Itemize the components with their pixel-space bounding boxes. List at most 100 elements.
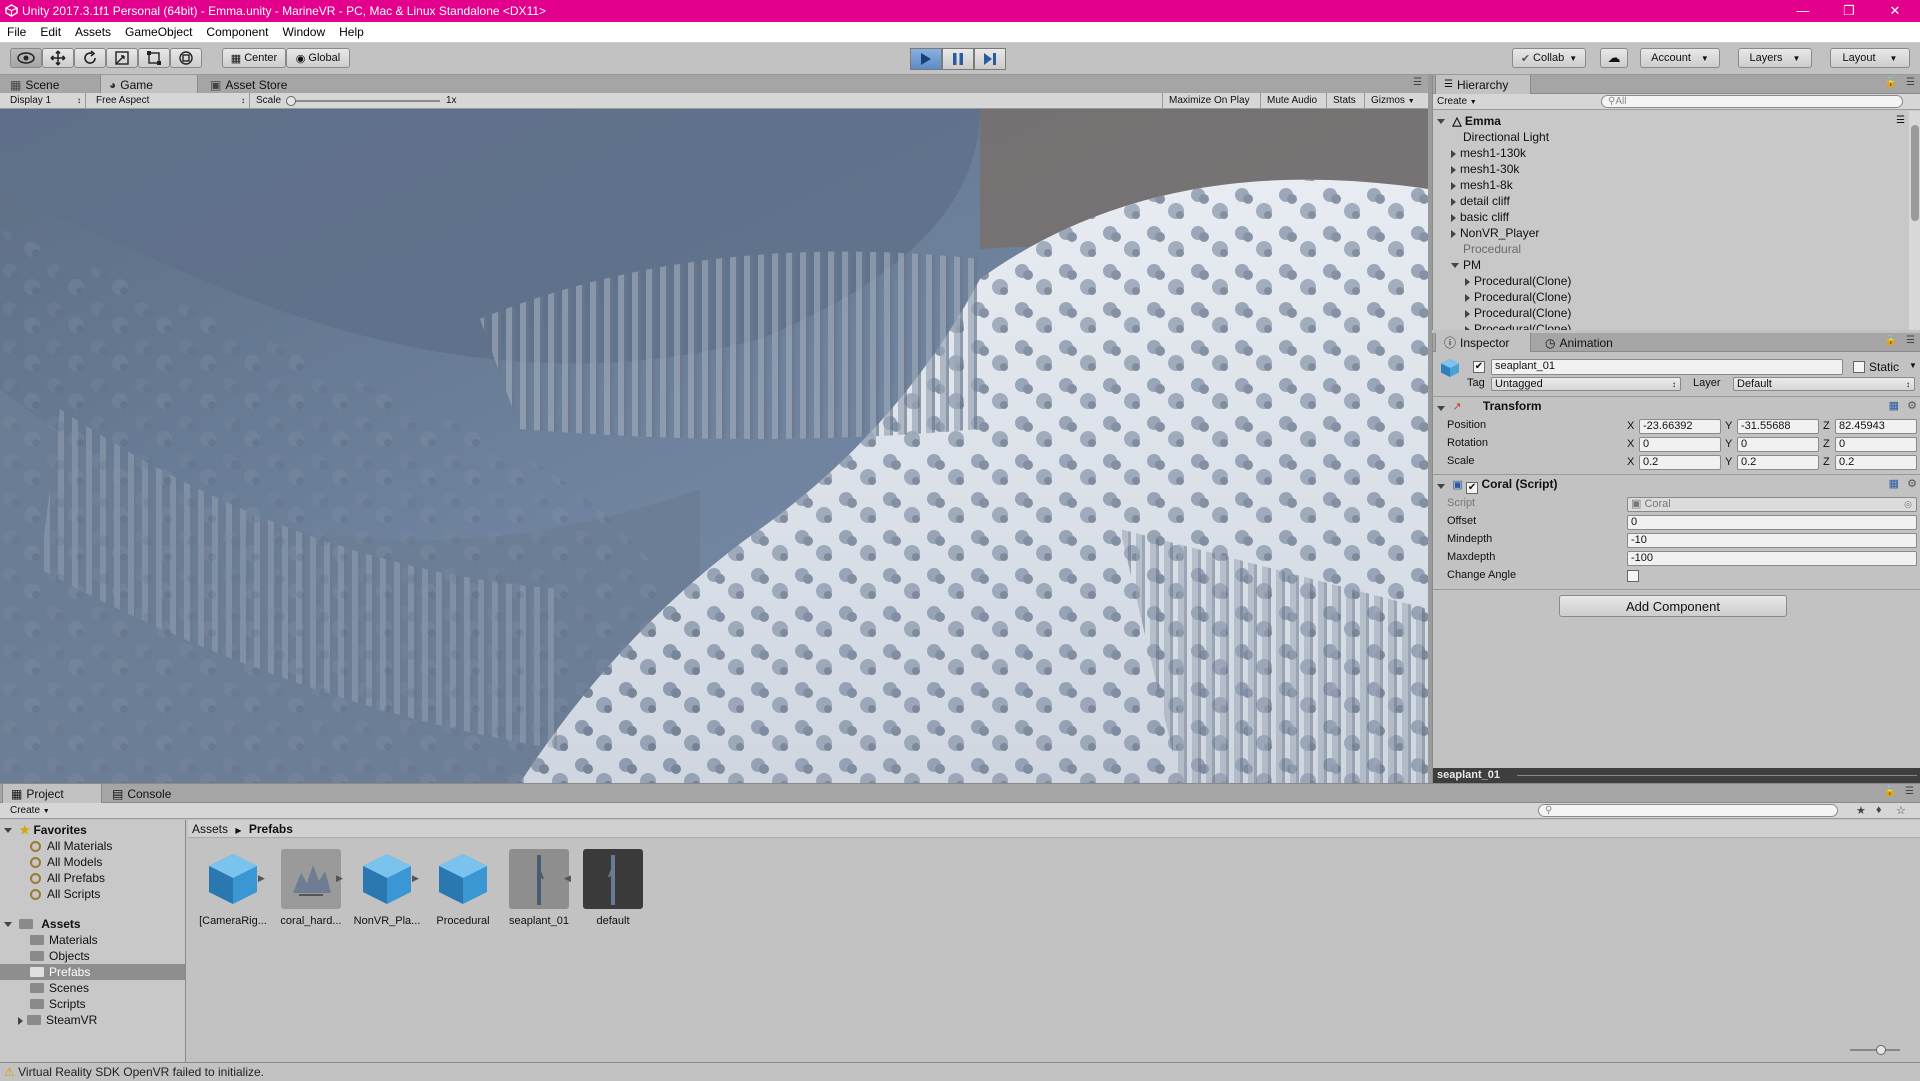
lock-icon[interactable]: 🔒: [1884, 786, 1896, 797]
expand-arrow-icon[interactable]: [1451, 149, 1456, 158]
display-dropdown[interactable]: Display 1 ↕: [2, 93, 86, 109]
gear-icon[interactable]: ⚙: [1907, 477, 1917, 490]
layer-dropdown[interactable]: Default ↕: [1733, 377, 1915, 391]
collapse-arrow-icon[interactable]: [1437, 406, 1445, 412]
help-icon[interactable]: ▦: [1889, 399, 1899, 412]
folder-item[interactable]: Objects: [30, 948, 90, 964]
mindepth-field[interactable]: -10: [1627, 533, 1917, 548]
hierarchy-item[interactable]: NonVR_Player: [1433, 225, 1909, 241]
object-name-field[interactable]: seaplant_01: [1491, 359, 1843, 375]
expand-prefab-icon[interactable]: ▶: [258, 873, 265, 884]
rotation-x-field[interactable]: 0: [1639, 437, 1721, 452]
close-icon[interactable]: ✕: [1872, 0, 1918, 22]
step-button[interactable]: [974, 48, 1006, 70]
account-dropdown[interactable]: Account ▼: [1640, 48, 1720, 68]
script-enabled-checkbox[interactable]: ✔: [1466, 482, 1479, 494]
filter-label-icon[interactable]: ♦: [1876, 804, 1882, 816]
expand-arrow-icon[interactable]: [1465, 277, 1470, 286]
rotate-tool-button[interactable]: [74, 48, 106, 68]
add-component-button[interactable]: Add Component: [1559, 595, 1787, 617]
maximize-on-play-toggle[interactable]: Maximize On Play: [1162, 93, 1256, 109]
panel-menu-icon[interactable]: ☰: [1905, 786, 1914, 797]
panel-menu-icon[interactable]: ☰: [1413, 77, 1422, 88]
collapse-arrow-icon[interactable]: [4, 922, 12, 928]
asset-item[interactable]: ▶ NonVR_Pla...: [352, 849, 422, 927]
hierarchy-search-input[interactable]: ⚲All: [1601, 95, 1903, 108]
play-button[interactable]: [910, 48, 942, 70]
hierarchy-item[interactable]: mesh1-130k: [1433, 145, 1909, 161]
hierarchy-item[interactable]: Procedural(Clone): [1433, 321, 1909, 330]
rect-tool-button[interactable]: [138, 48, 170, 68]
project-create-dropdown[interactable]: Create ▼: [10, 803, 50, 819]
favorite-item[interactable]: All Prefabs: [30, 870, 105, 886]
scale-tool-button[interactable]: [106, 48, 138, 68]
active-checkbox[interactable]: ✔: [1473, 361, 1485, 373]
favorite-item[interactable]: All Scripts: [30, 886, 100, 902]
rotation-z-field[interactable]: 0: [1835, 437, 1917, 452]
tab-animation[interactable]: ◷ Animation: [1537, 333, 1621, 352]
asset-item[interactable]: Procedural: [428, 849, 498, 927]
expand-arrow-icon[interactable]: [18, 1016, 23, 1025]
minimize-icon[interactable]: —: [1780, 0, 1826, 22]
icon-size-slider-thumb[interactable]: [1876, 1045, 1886, 1055]
expand-arrow-icon[interactable]: [1451, 197, 1456, 206]
hierarchy-item[interactable]: basic cliff: [1433, 209, 1909, 225]
menu-component[interactable]: Component: [199, 25, 275, 39]
folder-item[interactable]: SteamVR: [18, 1012, 97, 1028]
status-bar[interactable]: ⚠ Virtual Reality SDK OpenVR failed to i…: [0, 1062, 1920, 1080]
hierarchy-item[interactable]: Procedural(Clone): [1433, 273, 1909, 289]
favorite-item[interactable]: All Materials: [30, 838, 112, 854]
pivot-center-button[interactable]: ▦ Center: [222, 48, 286, 68]
hierarchy-item-inactive[interactable]: Procedural: [1433, 241, 1909, 257]
hand-tool-button[interactable]: [10, 48, 42, 68]
static-checkbox[interactable]: [1853, 361, 1865, 373]
expand-arrow-icon[interactable]: [1465, 309, 1470, 318]
asset-item[interactable]: default: [578, 849, 648, 927]
folder-item[interactable]: Scenes: [30, 980, 89, 996]
preview-bar[interactable]: seaplant_01: [1433, 768, 1920, 783]
tab-game[interactable]: ◕ Game: [100, 75, 198, 94]
move-tool-button[interactable]: [42, 48, 74, 68]
tab-scene[interactable]: ▦ Scene: [2, 75, 67, 94]
chevron-down-icon[interactable]: ▼: [1909, 361, 1917, 370]
breadcrumb-prefabs[interactable]: Prefabs: [249, 822, 293, 836]
collab-button[interactable]: ✔ Collab ▼: [1512, 48, 1586, 68]
scene-root-row[interactable]: △ Emma ☰: [1433, 113, 1909, 129]
panel-menu-icon[interactable]: ☰: [1906, 77, 1915, 88]
tab-hierarchy[interactable]: ☰ Hierarchy: [1435, 75, 1531, 94]
collapse-arrow-icon[interactable]: [1451, 263, 1459, 269]
scale-y-field[interactable]: 0.2: [1737, 455, 1819, 470]
pause-button[interactable]: [942, 48, 974, 70]
menu-help[interactable]: Help: [332, 25, 371, 39]
menu-gameobject[interactable]: GameObject: [118, 25, 199, 39]
asset-item[interactable]: ◀ seaplant_01: [504, 849, 574, 927]
expand-prefab-icon[interactable]: ▶: [412, 873, 419, 884]
hierarchy-scroll-thumb[interactable]: [1911, 125, 1919, 221]
stats-toggle[interactable]: Stats: [1326, 93, 1362, 109]
folder-item[interactable]: Materials: [30, 932, 98, 948]
hierarchy-item[interactable]: mesh1-30k: [1433, 161, 1909, 177]
hierarchy-scrollbar[interactable]: [1909, 111, 1920, 330]
hierarchy-item[interactable]: detail cliff: [1433, 193, 1909, 209]
coral-script-header[interactable]: ▣ ✔ Coral (Script) ▦ ⚙: [1437, 477, 1920, 494]
scene-menu-icon[interactable]: ☰: [1896, 113, 1905, 129]
menu-assets[interactable]: Assets: [68, 25, 118, 39]
expand-arrow-icon[interactable]: [1451, 229, 1456, 238]
gear-icon[interactable]: ⚙: [1907, 399, 1917, 412]
layers-dropdown[interactable]: Layers ▼: [1738, 48, 1812, 68]
hierarchy-create-dropdown[interactable]: Create ▼: [1437, 94, 1477, 110]
collapse-arrow-icon[interactable]: [1437, 484, 1445, 490]
folder-item-selected[interactable]: Prefabs: [0, 964, 185, 980]
transform-header[interactable]: ↗ Transform ▦ ⚙: [1437, 399, 1920, 415]
game-viewport[interactable]: [0, 109, 1428, 783]
hierarchy-item[interactable]: Procedural(Clone): [1433, 305, 1909, 321]
panel-menu-icon[interactable]: ☰: [1906, 335, 1915, 346]
scale-slider-thumb[interactable]: [286, 96, 296, 106]
icon-size-slider[interactable]: [1850, 1045, 1900, 1055]
expand-arrow-icon[interactable]: [1465, 325, 1470, 330]
hierarchy-item[interactable]: Directional Light: [1433, 129, 1909, 145]
scale-x-field[interactable]: 0.2: [1639, 455, 1721, 470]
rotation-y-field[interactable]: 0: [1737, 437, 1819, 452]
lock-icon[interactable]: 🔒: [1885, 335, 1897, 346]
expand-arrow-icon[interactable]: [1437, 119, 1445, 125]
